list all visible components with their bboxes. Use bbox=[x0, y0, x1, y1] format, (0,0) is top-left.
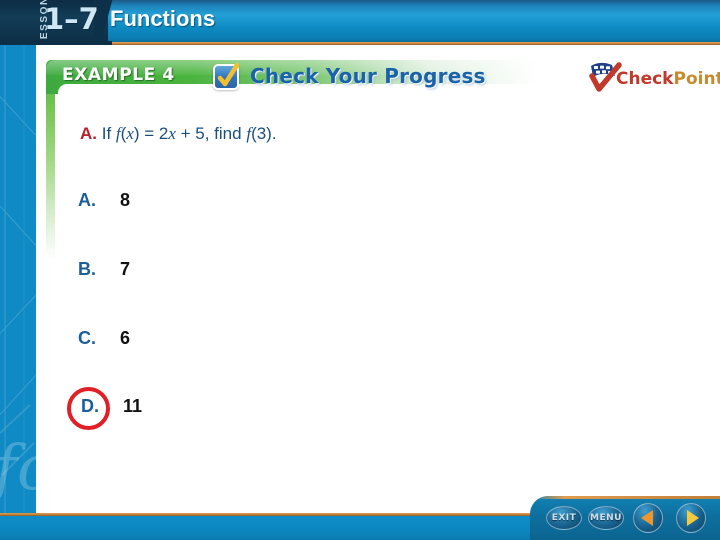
question-label: A. bbox=[80, 124, 97, 143]
question-text: A. If f(x) = 2x + 5, find f(3). bbox=[80, 124, 277, 144]
left-decorative-rail: fo bbox=[0, 45, 36, 515]
checkpoint-check-text: Check bbox=[616, 69, 674, 89]
question-suffix: (3). bbox=[251, 124, 277, 143]
question-expression-1: ) = 2 bbox=[133, 124, 169, 143]
exit-button-label: EXIT bbox=[551, 513, 577, 523]
answer-choice-b-label: B. bbox=[78, 259, 96, 279]
question-variable-2: x bbox=[168, 124, 176, 143]
menu-button-label: MENU bbox=[590, 513, 622, 523]
checkpoint-point-text: Point bbox=[673, 69, 720, 89]
answer-choice-c-label: C. bbox=[78, 328, 96, 348]
question-variable-1: x bbox=[126, 124, 134, 143]
slide-canvas: LESSON 1–7 Functions fo EXAMPL bbox=[0, 0, 720, 540]
previous-slide-button[interactable] bbox=[633, 503, 663, 533]
rail-line-pattern bbox=[0, 45, 36, 515]
page-title: Functions bbox=[110, 6, 216, 31]
next-slide-button[interactable] bbox=[676, 503, 706, 533]
answer-choice-b-value: 7 bbox=[120, 259, 131, 279]
answer-choice-c-value: 6 bbox=[120, 328, 131, 348]
lesson-number: 1–7 bbox=[44, 2, 99, 36]
checkpoint-wordmark: CheckPoint bbox=[616, 69, 720, 89]
question-expression-2: + 5, find bbox=[175, 124, 247, 143]
answer-choice-d-value: 11 bbox=[123, 396, 143, 416]
checkpoint-logo: CheckPoint bbox=[588, 62, 720, 94]
check-your-progress-title: Check Your Progress bbox=[250, 64, 486, 88]
back-arrow-icon bbox=[641, 510, 653, 526]
next-arrow-icon bbox=[686, 510, 699, 526]
menu-button[interactable]: MENU bbox=[588, 506, 624, 530]
answer-choice-a-value: 8 bbox=[120, 190, 131, 210]
answer-choice-d-label: D. bbox=[81, 396, 99, 416]
example-label: EXAMPLE 4 bbox=[62, 65, 175, 85]
lesson-header-bar: LESSON 1–7 Functions bbox=[0, 0, 720, 43]
exit-button[interactable]: EXIT bbox=[546, 506, 582, 530]
question-prefix-text: If bbox=[101, 124, 116, 143]
answer-choice-a-label: A. bbox=[78, 190, 96, 210]
checkbox-checked-icon bbox=[213, 63, 240, 90]
